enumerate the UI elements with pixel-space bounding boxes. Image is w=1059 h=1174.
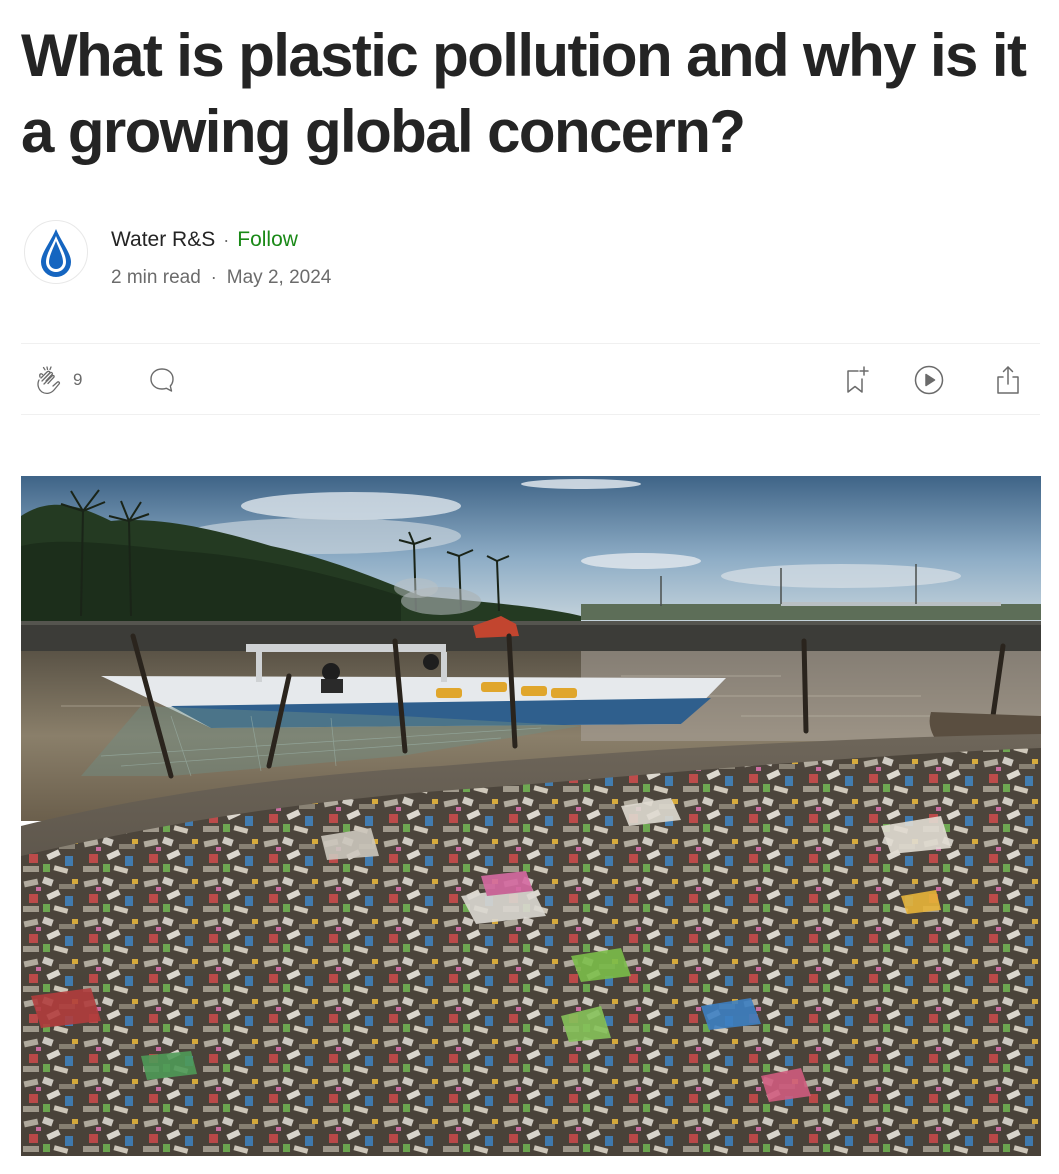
clap-button[interactable]: 9 xyxy=(33,364,82,396)
clap-count: 9 xyxy=(73,370,83,389)
polluted-shoreline-photo xyxy=(21,476,1041,1156)
save-button[interactable] xyxy=(839,364,873,396)
publish-date: May 2, 2024 xyxy=(226,267,332,288)
share-button[interactable] xyxy=(991,364,1025,396)
clap-icon xyxy=(37,366,61,395)
meta-separator: · xyxy=(210,267,217,287)
play-listen-icon xyxy=(914,365,944,395)
author-separator: · xyxy=(223,230,230,250)
article-title: What is plastic pollution and why is it … xyxy=(21,22,1027,165)
article-meta: 2 min read · May 2, 2024 xyxy=(111,264,331,291)
comment-button[interactable] xyxy=(145,364,179,396)
author-name[interactable]: Water R&S xyxy=(111,228,215,251)
hero-image xyxy=(21,476,1041,1156)
water-drop-icon xyxy=(41,229,71,277)
follow-button[interactable]: Follow xyxy=(237,228,298,251)
action-bar: 9 xyxy=(21,343,1040,415)
comment-icon xyxy=(150,368,174,392)
share-icon xyxy=(997,366,1019,394)
listen-button[interactable] xyxy=(911,364,947,396)
bookmark-add-icon xyxy=(847,366,869,393)
author-avatar[interactable] xyxy=(24,220,88,284)
read-time: 2 min read xyxy=(111,267,201,288)
byline: Water R&S · Follow 2 min read · May 2, 2024 xyxy=(24,220,624,290)
author-row: Water R&S · Follow xyxy=(111,226,298,254)
